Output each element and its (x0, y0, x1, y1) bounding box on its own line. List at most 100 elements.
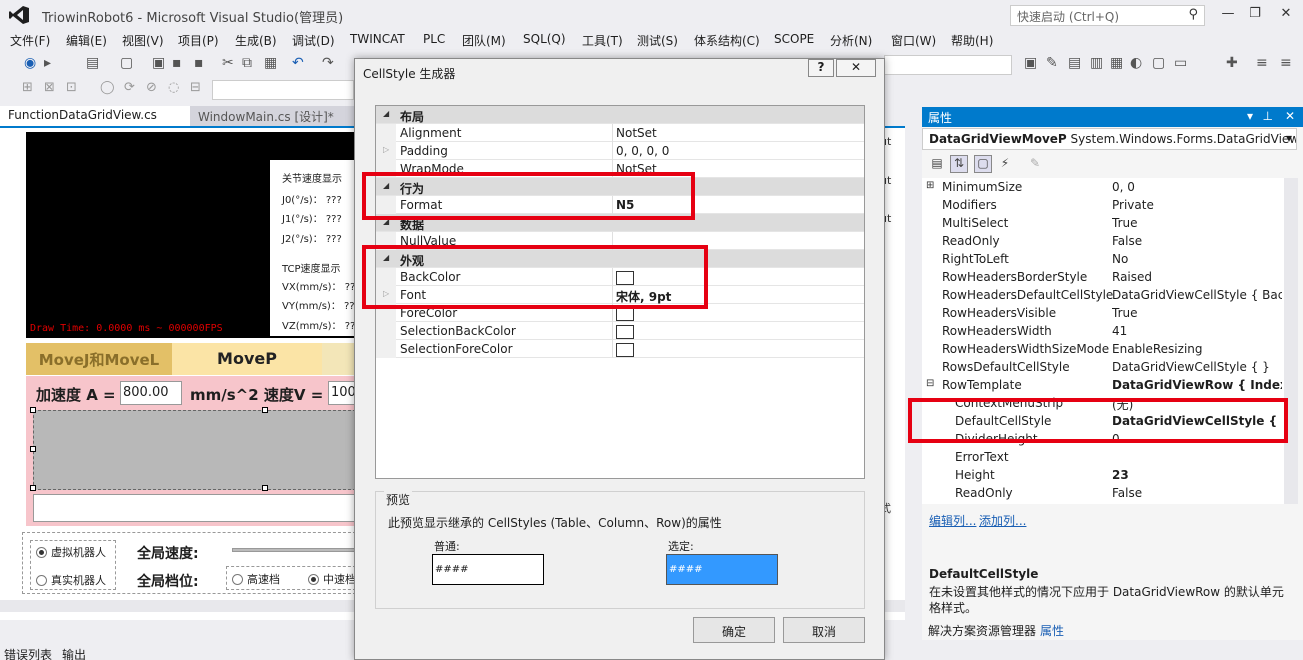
window-icon[interactable]: ▢ (1152, 55, 1165, 71)
build-icon[interactable]: ⊞ (22, 80, 33, 95)
menu-analyze[interactable]: 分析(N) (830, 32, 872, 49)
menu-plc[interactable]: PLC (423, 32, 445, 46)
copy-icon[interactable]: ⧉ (242, 55, 252, 71)
accel-input[interactable]: 800.00 (120, 381, 182, 405)
menu-help[interactable]: 帮助(H) (951, 32, 993, 49)
paste-icon[interactable]: ▦ (264, 55, 277, 71)
categorized-icon[interactable]: ▤ (928, 155, 946, 173)
designer-vscrollbar[interactable] (905, 126, 920, 620)
layout-icon[interactable]: ▭ (1174, 55, 1187, 71)
menu-build[interactable]: 生成(B) (235, 32, 277, 49)
ok-button[interactable]: 确定 (693, 617, 775, 643)
prop-row[interactable]: RowHeadersWidth 41 (922, 323, 1282, 341)
menu-view[interactable]: 视图(V) (122, 32, 164, 49)
radio-mid-gear[interactable]: 中速档 (308, 571, 356, 587)
category-layout[interactable]: ◢ 布局 (376, 106, 864, 124)
redo-icon[interactable]: ↷ (322, 55, 334, 71)
quick-launch-input[interactable]: 快速启动 (Ctrl+Q) ⚲ (1010, 5, 1205, 26)
tab-movej-movel[interactable]: MoveJ和MoveL (26, 343, 172, 375)
step-icon[interactable]: ◯ (100, 80, 115, 95)
close-icon[interactable]: ✕ (1276, 6, 1296, 21)
events-icon[interactable]: ⚡ (996, 155, 1014, 173)
tab-movep[interactable]: MoveP (172, 343, 322, 375)
cancel-button[interactable]: 取消 (783, 617, 865, 643)
prop-row[interactable]: ReadOnly False (922, 233, 1282, 251)
edit-columns-link[interactable]: 编辑列... (929, 512, 976, 529)
prop-row[interactable]: RowHeadersWidthSizeMode EnableResizing (922, 341, 1282, 359)
attach-icon[interactable]: ⊡ (66, 80, 77, 95)
collapse-icon[interactable]: ◢ (383, 109, 389, 118)
align-icon[interactable]: ✚ (1226, 55, 1238, 71)
prop-row[interactable]: RowHeadersDefaultCellStyle DataGridViewCe… (922, 287, 1282, 305)
resize-handle[interactable] (30, 485, 36, 491)
color-swatch[interactable] (616, 342, 634, 357)
debug-icon[interactable]: ⊠ (44, 80, 55, 95)
step-over-icon[interactable]: ⟳ (124, 80, 135, 95)
grid-icon[interactable]: ▦ (1110, 55, 1123, 71)
align-right-icon[interactable]: ≡ (1280, 55, 1292, 71)
new-project-icon[interactable]: ▤ (86, 55, 99, 71)
bookmark-icon[interactable]: ⊟ (190, 80, 201, 95)
prop-row[interactable]: RowHeadersVisible True (922, 305, 1282, 323)
pin-icon[interactable]: ⊥ (1263, 109, 1273, 123)
prop-row[interactable]: MultiSelect True (922, 215, 1282, 233)
menu-twincat[interactable]: TWINCAT (350, 32, 405, 46)
toolbox-icon[interactable]: ▤ (1068, 55, 1081, 71)
property-list-scrollbar[interactable] (1284, 178, 1298, 504)
prop-row[interactable]: RightToLeft No (922, 251, 1282, 269)
prop-row[interactable]: Height 23 (922, 467, 1282, 485)
menu-architecture[interactable]: 体系结构(C) (694, 32, 760, 49)
menu-team[interactable]: 团队(M) (462, 32, 506, 49)
dropdown-icon[interactable]: ▾ (1247, 109, 1253, 123)
resize-handle[interactable] (262, 407, 268, 413)
platform-combo[interactable] (884, 55, 1012, 75)
config-combo[interactable] (212, 80, 354, 100)
add-item-icon[interactable]: ▢ (120, 55, 133, 71)
prop-row[interactable]: Modifiers Private (922, 197, 1282, 215)
tab-output[interactable]: 输出 (62, 646, 86, 660)
save-all-icon[interactable]: ▪ (194, 55, 204, 71)
menu-file[interactable]: 文件(F) (10, 32, 50, 49)
prop-row-rowtemplate[interactable]: ⊟RowTemplateDataGridViewRow { Index=-1 (922, 377, 1282, 395)
forward-icon[interactable]: ▸ (44, 55, 51, 71)
resize-handle[interactable] (30, 407, 36, 413)
alphabetical-icon[interactable]: ⇅ (950, 155, 968, 173)
menu-test[interactable]: 测试(S) (637, 32, 678, 49)
prop-selectionforecolor[interactable]: SelectionForeColor (376, 340, 864, 358)
color-swatch[interactable] (616, 324, 634, 339)
prop-alignment[interactable]: Alignment NotSet (376, 124, 864, 142)
menu-edit[interactable]: 编辑(E) (66, 32, 107, 49)
save-icon[interactable]: ▪ (172, 55, 182, 71)
property-pages-icon[interactable]: ✎ (1026, 155, 1044, 173)
prop-row[interactable]: RowsDefaultCellStyle DataGridViewCellStyl… (922, 359, 1282, 377)
breakpoint-icon[interactable]: ◌ (168, 80, 179, 95)
server-icon[interactable]: ▥ (1090, 55, 1103, 71)
help-button[interactable]: ? (808, 59, 834, 77)
cut-icon[interactable]: ✂ (222, 55, 234, 71)
prop-row[interactable]: ErrorText (922, 449, 1282, 467)
wrench-icon[interactable]: ✎ (1046, 55, 1058, 71)
radio-virtual-robot[interactable]: 虚拟机器人 (36, 544, 106, 560)
tab-function-datagridview[interactable]: FunctionDataGridView.cs (0, 106, 190, 126)
menu-sql[interactable]: SQL(Q) (523, 32, 566, 46)
chevron-down-icon[interactable]: ▾ (1286, 131, 1292, 145)
menu-project[interactable]: 项目(P) (178, 32, 219, 49)
step-out-icon[interactable]: ⊘ (146, 80, 157, 95)
open-icon[interactable]: ▣ (152, 55, 165, 71)
tab-error-list[interactable]: 错误列表 (4, 646, 52, 660)
undo-icon[interactable]: ↶ (292, 55, 304, 71)
object-selector[interactable]: DataGridViewMoveP System.Windows.Forms.D… (922, 128, 1297, 150)
datagridview-movep[interactable] (30, 407, 356, 491)
globe-icon[interactable]: ◐ (1130, 55, 1142, 71)
menu-window[interactable]: 窗口(W) (891, 32, 936, 49)
prop-row[interactable]: ⊞ MinimumSize 0, 0 (922, 179, 1282, 197)
prop-padding[interactable]: ▷ Padding 0, 0, 0, 0 (376, 142, 864, 160)
maximize-icon[interactable]: ❐ (1245, 6, 1265, 21)
radio-high-gear[interactable]: 高速档 (232, 571, 280, 587)
command-textbox[interactable] (33, 494, 356, 522)
dialog-close-button[interactable]: ✕ (836, 59, 876, 77)
properties-icon[interactable]: ▢ (974, 155, 992, 173)
back-icon[interactable]: ◉ (24, 55, 36, 71)
menu-tools[interactable]: 工具(T) (582, 32, 623, 49)
resize-handle[interactable] (262, 485, 268, 491)
